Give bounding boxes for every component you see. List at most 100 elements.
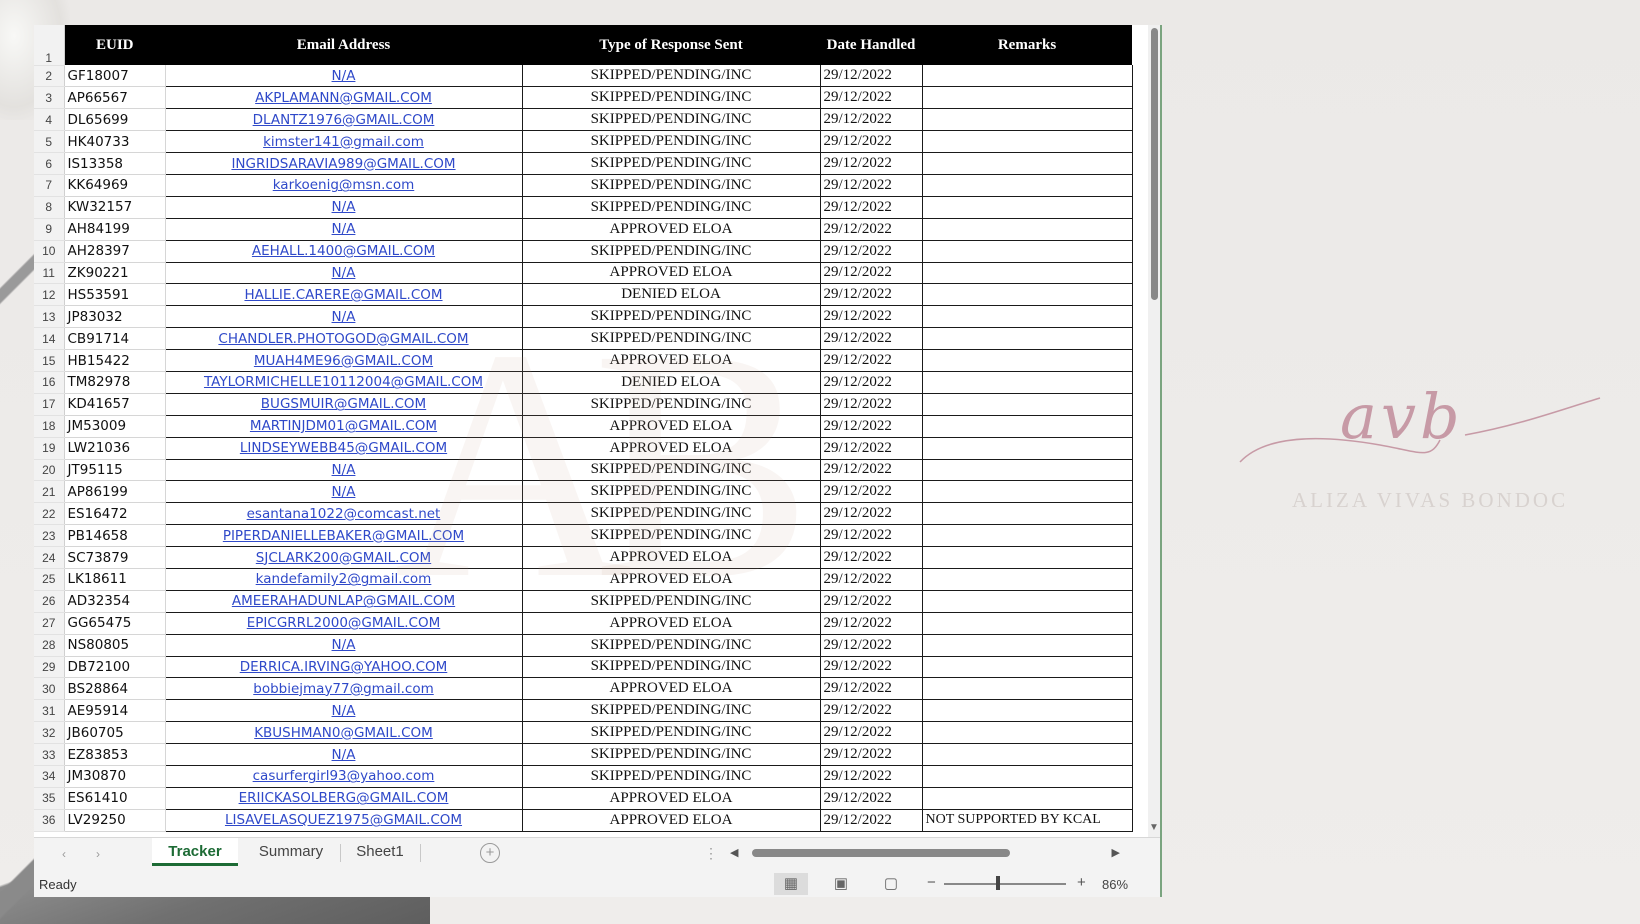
cell-euid[interactable]: AH28397 bbox=[64, 240, 166, 263]
email-link[interactable]: AEHALL.1400@GMAIL.COM bbox=[252, 243, 435, 259]
row-number[interactable]: 16 bbox=[34, 371, 65, 394]
cell-email[interactable]: CHANDLER.PHOTOGOD@GMAIL.COM bbox=[164, 327, 523, 351]
row-number[interactable]: 23 bbox=[34, 524, 65, 548]
cell-euid[interactable]: JT95115 bbox=[64, 459, 166, 482]
cell-remarks[interactable] bbox=[922, 415, 1133, 438]
row-number[interactable]: 10 bbox=[34, 240, 65, 263]
cell-email[interactable]: N/A bbox=[164, 65, 523, 88]
cell-response-type[interactable]: SKIPPED/PENDING/INC bbox=[522, 393, 821, 416]
header-type[interactable]: Type of Response Sent bbox=[522, 25, 820, 65]
cell-email[interactable]: ERIICKASOLBERG@GMAIL.COM bbox=[164, 787, 523, 810]
cell-date-handled[interactable]: 29/12/2022 bbox=[820, 371, 923, 394]
row-number[interactable]: 28 bbox=[34, 634, 65, 657]
row-number[interactable]: 15 bbox=[34, 349, 65, 372]
row-number[interactable]: 13 bbox=[34, 305, 65, 329]
row-number[interactable]: 34 bbox=[34, 765, 65, 788]
email-link[interactable]: AMEERAHADUNLAP@GMAIL.COM bbox=[232, 593, 455, 609]
cell-response-type[interactable]: APPROVED ELOA bbox=[522, 568, 821, 591]
row-number[interactable]: 29 bbox=[34, 656, 65, 679]
cell-remarks[interactable] bbox=[922, 371, 1133, 394]
cell-euid[interactable]: AD32354 bbox=[64, 590, 166, 613]
cell-response-type[interactable]: APPROVED ELOA bbox=[522, 218, 821, 241]
cell-remarks[interactable] bbox=[922, 349, 1133, 372]
email-link[interactable]: KBUSHMAN0@GMAIL.COM bbox=[254, 725, 433, 741]
cell-euid[interactable]: KD41657 bbox=[64, 393, 166, 416]
cell-email[interactable]: N/A bbox=[164, 218, 523, 241]
cell-date-handled[interactable]: 29/12/2022 bbox=[820, 305, 923, 329]
cell-response-type[interactable]: SKIPPED/PENDING/INC bbox=[522, 590, 821, 613]
cell-remarks[interactable] bbox=[922, 721, 1133, 745]
email-link[interactable]: N/A bbox=[332, 484, 356, 500]
row-number[interactable]: 18 bbox=[34, 415, 65, 438]
cell-date-handled[interactable]: 29/12/2022 bbox=[820, 459, 923, 482]
row-number[interactable]: 19 bbox=[34, 437, 65, 460]
plus-circle-icon[interactable]: + bbox=[480, 843, 500, 863]
cell-date-handled[interactable]: 29/12/2022 bbox=[820, 480, 923, 504]
cell-date-handled[interactable]: 29/12/2022 bbox=[820, 568, 923, 591]
row-number[interactable]: 25 bbox=[34, 568, 65, 591]
cell-remarks[interactable] bbox=[922, 459, 1133, 482]
cell-remarks[interactable] bbox=[922, 283, 1133, 307]
cell-remarks[interactable] bbox=[922, 568, 1133, 591]
cell-date-handled[interactable]: 29/12/2022 bbox=[820, 546, 923, 569]
cell-remarks[interactable]: NOT SUPPORTED BY KCAL bbox=[922, 809, 1133, 832]
cell-email[interactable]: kimster141@gmail.com bbox=[164, 130, 523, 154]
cell-euid[interactable]: BS28864 bbox=[64, 677, 166, 701]
email-link[interactable]: N/A bbox=[332, 703, 356, 719]
cell-remarks[interactable] bbox=[922, 743, 1133, 766]
cell-response-type[interactable]: SKIPPED/PENDING/INC bbox=[522, 196, 821, 219]
cell-response-type[interactable]: SKIPPED/PENDING/INC bbox=[522, 305, 821, 329]
horizontal-scrollbar[interactable]: ◀ ▶ bbox=[730, 846, 1120, 860]
row-number[interactable]: 17 bbox=[34, 393, 65, 416]
cell-response-type[interactable]: APPROVED ELOA bbox=[522, 546, 821, 569]
row-number[interactable]: 32 bbox=[34, 721, 65, 745]
row-number[interactable]: 12 bbox=[34, 283, 65, 307]
row-number[interactable]: 20 bbox=[34, 459, 65, 482]
row-number[interactable]: 27 bbox=[34, 612, 65, 635]
row-number[interactable]: 8 bbox=[34, 196, 65, 219]
cell-remarks[interactable] bbox=[922, 612, 1133, 635]
cell-date-handled[interactable]: 29/12/2022 bbox=[820, 677, 923, 701]
cell-euid[interactable]: GF18007 bbox=[64, 65, 166, 88]
cell-euid[interactable]: JP83032 bbox=[64, 305, 166, 329]
cell-date-handled[interactable]: 29/12/2022 bbox=[820, 524, 923, 548]
email-link[interactable]: AKPLAMANN@GMAIL.COM bbox=[255, 90, 432, 106]
page-layout-icon[interactable]: ▣ bbox=[824, 873, 858, 895]
cell-remarks[interactable] bbox=[922, 437, 1133, 460]
email-link[interactable]: BUGSMUIR@GMAIL.COM bbox=[261, 396, 426, 412]
cell-date-handled[interactable]: 29/12/2022 bbox=[820, 787, 923, 810]
cell-email[interactable]: LINDSEYWEBB45@GMAIL.COM bbox=[164, 437, 523, 460]
cell-euid[interactable]: CB91714 bbox=[64, 327, 166, 351]
cell-euid[interactable]: GG65475 bbox=[64, 612, 166, 635]
cell-response-type[interactable]: SKIPPED/PENDING/INC bbox=[522, 743, 821, 766]
cell-remarks[interactable] bbox=[922, 65, 1133, 88]
cell-response-type[interactable]: DENIED ELOA bbox=[522, 371, 821, 394]
cell-euid[interactable]: JM30870 bbox=[64, 765, 166, 788]
cell-date-handled[interactable]: 29/12/2022 bbox=[820, 65, 923, 88]
cell-remarks[interactable] bbox=[922, 677, 1133, 701]
cell-response-type[interactable]: SKIPPED/PENDING/INC bbox=[522, 656, 821, 679]
cell-euid[interactable]: ES61410 bbox=[64, 787, 166, 810]
cell-remarks[interactable] bbox=[922, 393, 1133, 416]
tab-summary[interactable]: Summary bbox=[244, 838, 338, 866]
email-link[interactable]: DERRICA.IRVING@YAHOO.COM bbox=[240, 659, 448, 675]
cell-email[interactable]: INGRIDSARAVIA989@GMAIL.COM bbox=[164, 152, 523, 175]
email-link[interactable]: N/A bbox=[332, 309, 356, 325]
email-link[interactable]: MUAH4ME96@GMAIL.COM bbox=[254, 353, 433, 369]
cell-date-handled[interactable]: 29/12/2022 bbox=[820, 218, 923, 241]
cell-remarks[interactable] bbox=[922, 327, 1133, 351]
cell-date-handled[interactable]: 29/12/2022 bbox=[820, 130, 923, 154]
cell-date-handled[interactable]: 29/12/2022 bbox=[820, 437, 923, 460]
cell-euid[interactable]: IS13358 bbox=[64, 152, 166, 175]
email-link[interactable]: INGRIDSARAVIA989@GMAIL.COM bbox=[231, 156, 455, 172]
cell-response-type[interactable]: APPROVED ELOA bbox=[522, 415, 821, 438]
cell-email[interactable]: N/A bbox=[164, 196, 523, 219]
cell-date-handled[interactable]: 29/12/2022 bbox=[820, 86, 923, 110]
cell-response-type[interactable]: SKIPPED/PENDING/INC bbox=[522, 65, 821, 88]
cell-response-type[interactable]: SKIPPED/PENDING/INC bbox=[522, 240, 821, 263]
row-number[interactable]: 31 bbox=[34, 699, 65, 723]
email-link[interactable]: HALLIE.CARERE@GMAIL.COM bbox=[244, 287, 442, 303]
vertical-scrollbar[interactable]: ▼ bbox=[1148, 25, 1160, 837]
email-link[interactable]: N/A bbox=[332, 747, 356, 763]
cell-date-handled[interactable]: 29/12/2022 bbox=[820, 196, 923, 219]
